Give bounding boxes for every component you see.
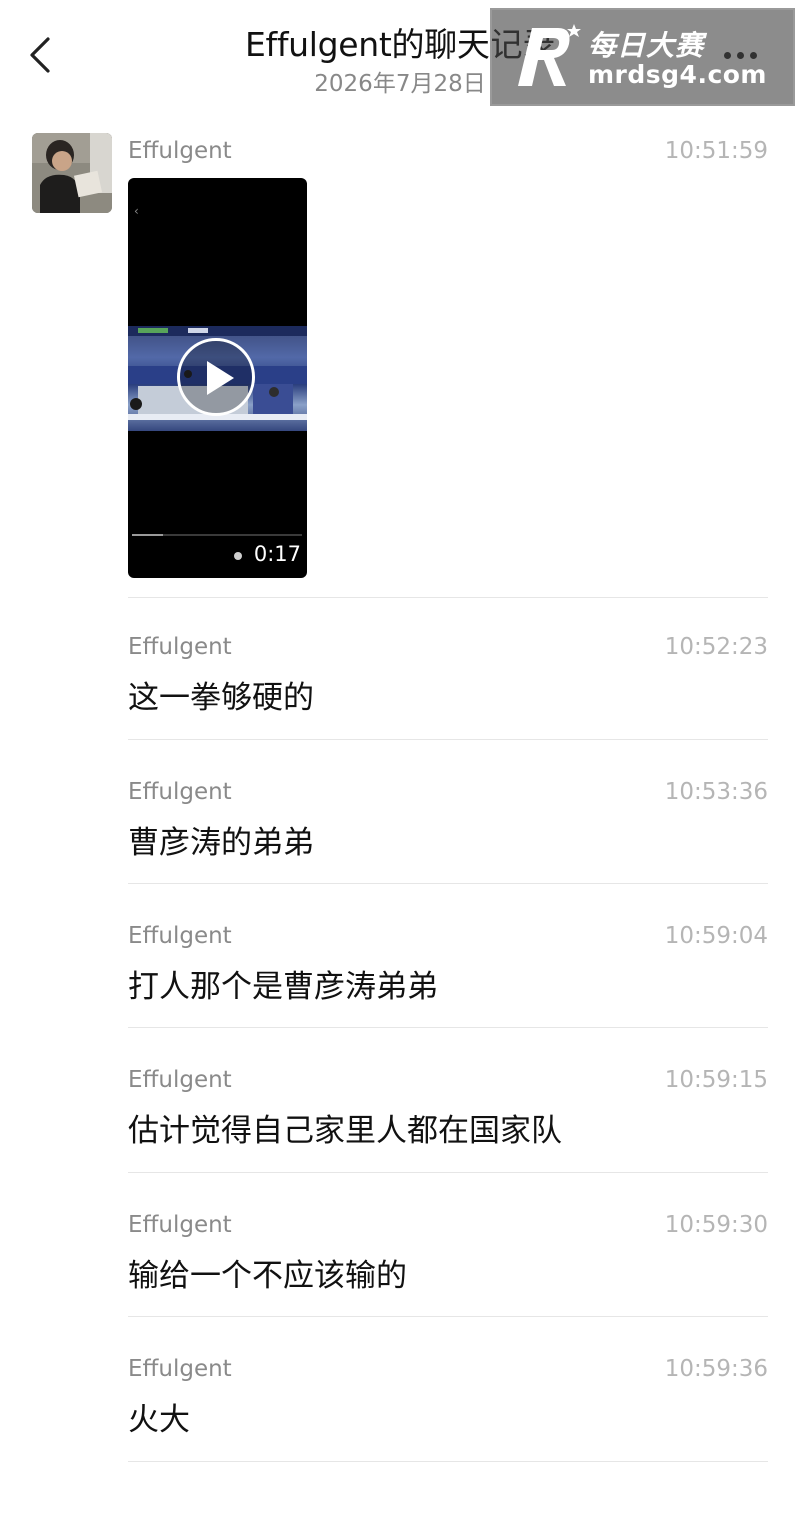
- video-progress-bar: [132, 534, 302, 536]
- message-text: 这一拳够硬的: [128, 680, 314, 716]
- message-text: 火大: [128, 1402, 190, 1438]
- sender-name: Effulgent: [128, 1356, 232, 1382]
- avatar[interactable]: [32, 133, 112, 213]
- sender-name: Effulgent: [128, 779, 232, 805]
- message-time: 10:59:15: [664, 1067, 768, 1093]
- sender-name: Effulgent: [128, 1067, 232, 1093]
- sender-name: Effulgent: [128, 923, 232, 949]
- watermark-url: mrdsg4.com: [588, 60, 767, 89]
- message-item: Effulgent 10:51:59 ‹ 0:17: [128, 138, 768, 578]
- sender-name: Effulgent: [128, 1212, 232, 1238]
- watermark-logo: [518, 24, 581, 86]
- divider: [128, 883, 768, 884]
- video-message[interactable]: ‹ 0:17: [128, 178, 307, 578]
- divider: [128, 1316, 768, 1317]
- video-camera-icon: [234, 552, 242, 560]
- play-button[interactable]: [177, 338, 255, 416]
- video-progress-fill: [132, 534, 163, 536]
- message-text: 估计觉得自己家里人都在国家队: [128, 1113, 562, 1149]
- video-back-glyph: ‹: [134, 204, 139, 218]
- message-text: 曹彦涛的弟弟: [128, 825, 314, 861]
- divider: [128, 1027, 768, 1028]
- avatar-image: [32, 133, 112, 213]
- message-item[interactable]: Effulgent 10:52:23 这一拳够硬的: [128, 634, 768, 716]
- message-text: 输给一个不应该输的: [128, 1258, 407, 1294]
- message-time: 10:53:36: [664, 779, 768, 805]
- watermark-overlay: 每日大赛 mrdsg4.com: [490, 8, 795, 106]
- message-time: 10:51:59: [664, 138, 768, 164]
- message-time: 10:59:36: [664, 1356, 768, 1382]
- message-item[interactable]: Effulgent 10:59:30 输给一个不应该输的: [128, 1212, 768, 1294]
- watermark-name: 每日大赛: [588, 29, 705, 62]
- divider: [128, 1172, 768, 1173]
- message-item[interactable]: Effulgent 10:59:04 打人那个是曹彦涛弟弟: [128, 923, 768, 1005]
- video-duration: 0:17: [253, 542, 301, 566]
- divider: [128, 597, 768, 598]
- message-item[interactable]: Effulgent 10:59:15 估计觉得自己家里人都在国家队: [128, 1067, 768, 1149]
- message-time: 10:59:04: [664, 923, 768, 949]
- message-time: 10:59:30: [664, 1212, 768, 1238]
- message-time: 10:52:23: [664, 634, 768, 660]
- message-text: 打人那个是曹彦涛弟弟: [128, 969, 438, 1005]
- message-item[interactable]: Effulgent 10:59:36 火大: [128, 1356, 768, 1438]
- divider: [128, 1461, 768, 1462]
- divider: [128, 739, 768, 740]
- play-icon: [207, 361, 234, 395]
- message-item[interactable]: Effulgent 10:53:36 曹彦涛的弟弟: [128, 779, 768, 861]
- sender-name: Effulgent: [128, 138, 232, 164]
- sender-name: Effulgent: [128, 634, 232, 660]
